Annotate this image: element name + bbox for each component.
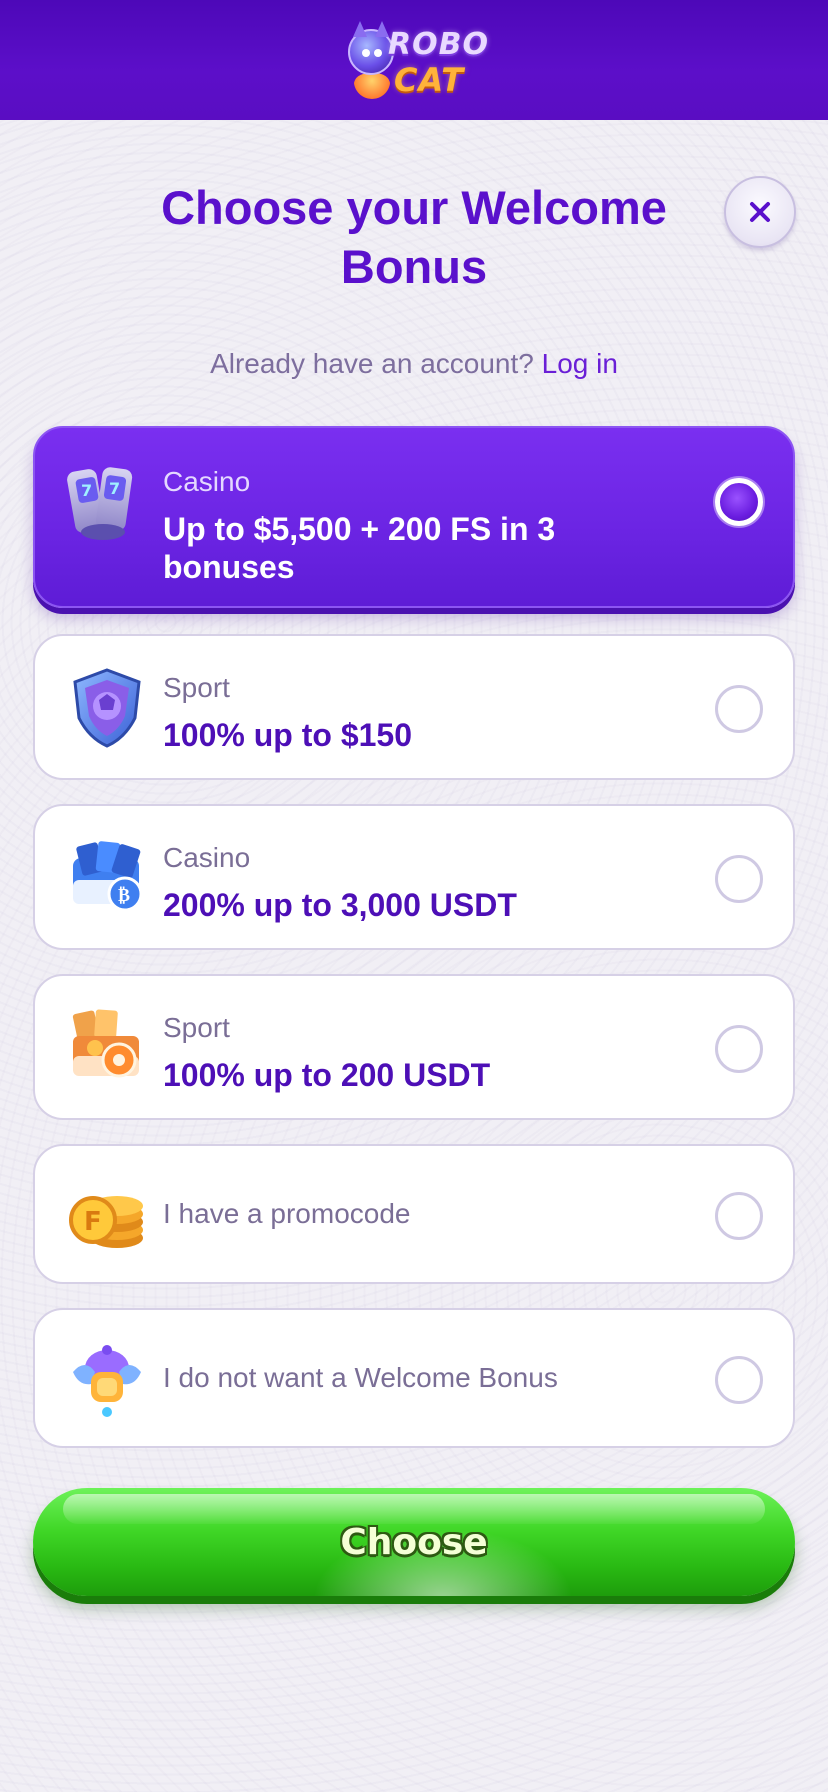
- bonus-option-sport-usdt[interactable]: Sport 100% up to 200 USDT: [33, 974, 795, 1120]
- bonus-radio[interactable]: [715, 685, 763, 733]
- bitcoin-cards-icon: ₿: [73, 841, 143, 912]
- choose-button-label: Choose: [340, 1521, 488, 1563]
- bonus-offer: 200% up to 3,000 USDT: [163, 887, 517, 923]
- bonus-offer: Up to $5,500 + 200 FS in 3 bonuses: [163, 511, 556, 585]
- bonus-option-casino-main[interactable]: 7 7 Casino Up to $5,500 + 200 FS in 3 bo…: [33, 426, 795, 608]
- logo-flame: [354, 73, 390, 99]
- login-link[interactable]: Log in: [542, 348, 618, 379]
- account-prompt: Already have an account? Log in: [0, 348, 828, 380]
- bonus-category: Casino: [163, 842, 251, 873]
- app-header: ROBO CAT: [0, 0, 828, 120]
- choose-button[interactable]: Choose: [33, 1488, 795, 1596]
- bonus-radio[interactable]: [715, 1356, 763, 1404]
- bonus-radio[interactable]: [715, 1192, 763, 1240]
- logo-text-top: ROBO: [388, 27, 489, 62]
- bonus-radio-selected[interactable]: [715, 478, 763, 526]
- robocat-logo[interactable]: ROBO CAT: [344, 15, 488, 105]
- shield-ball-icon: [73, 668, 141, 748]
- logo-eye: [374, 49, 382, 57]
- bonus-option-label: I do not want a Welcome Bonus: [163, 1362, 558, 1393]
- svg-text:7: 7: [109, 479, 120, 498]
- bonus-category: Sport: [163, 672, 230, 703]
- svg-text:₿: ₿: [118, 885, 130, 906]
- page-title: Choose your Welcome Bonus: [161, 181, 667, 293]
- bonus-offer: 100% up to $150: [163, 717, 412, 753]
- close-icon: [750, 202, 770, 222]
- bonus-option-label: I have a promocode: [163, 1198, 411, 1229]
- coin-stack-icon: F: [69, 1196, 143, 1248]
- account-prompt-text: Already have an account?: [210, 348, 534, 379]
- logo-eye: [362, 49, 370, 57]
- logo-text-bottom: CAT: [394, 61, 465, 99]
- bonus-radio[interactable]: [715, 1025, 763, 1073]
- robot-pod-icon: [73, 1345, 141, 1417]
- bonus-option-promocode[interactable]: F I have a promocode: [33, 1144, 795, 1284]
- bonus-option-casino-usdt[interactable]: ₿ Casino 200% up to 3,000 USDT: [33, 804, 795, 950]
- bonus-option-none[interactable]: I do not want a Welcome Bonus: [33, 1308, 795, 1448]
- bonus-radio[interactable]: [715, 855, 763, 903]
- slot-machine-icon: 7 7: [67, 467, 133, 540]
- bonus-category: Sport: [163, 1012, 230, 1043]
- svg-text:F: F: [84, 1207, 102, 1237]
- bonus-category: Casino: [163, 466, 251, 497]
- bonus-offer: 100% up to 200 USDT: [163, 1057, 491, 1093]
- svg-text:7: 7: [81, 481, 92, 500]
- bonus-option-sport-150[interactable]: Sport 100% up to $150: [33, 634, 795, 780]
- close-button[interactable]: [724, 176, 796, 248]
- sport-crypto-box-icon: [72, 1009, 139, 1078]
